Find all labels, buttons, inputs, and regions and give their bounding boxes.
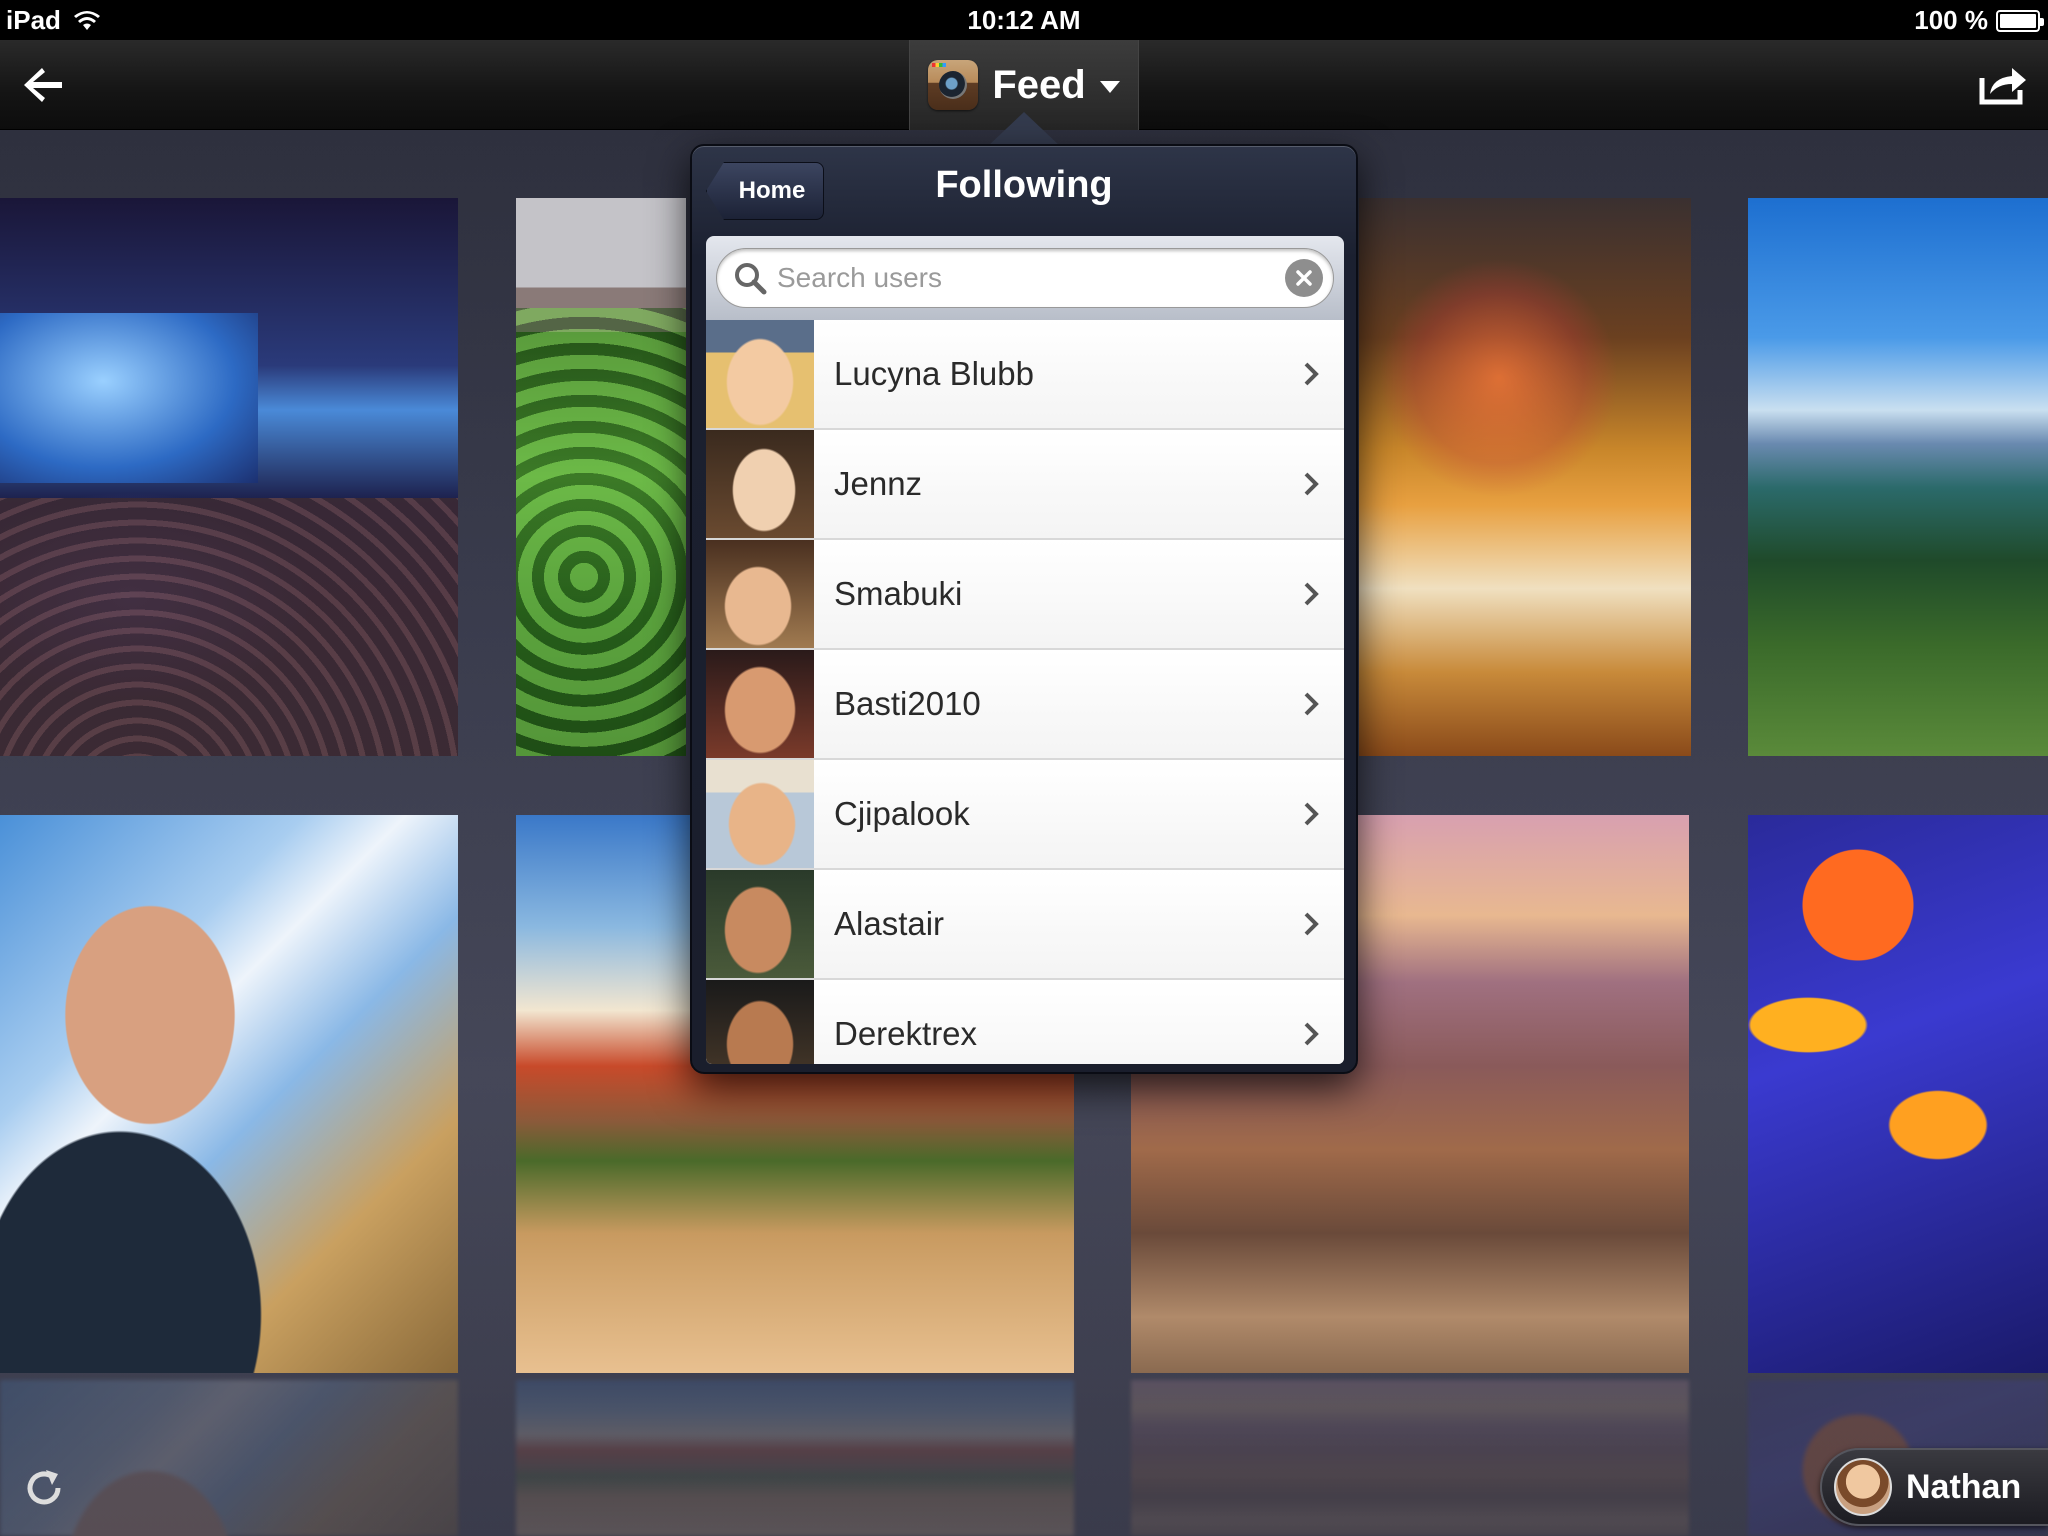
user-name: Lucyna Blubb xyxy=(834,355,1034,392)
popover-header: Home Following xyxy=(692,146,1356,232)
following-popover: Home Following Lucyna Blubb Jennz xyxy=(690,144,1358,1074)
avatar xyxy=(706,320,814,428)
search-bar xyxy=(706,236,1344,320)
photo-reflection xyxy=(516,1380,1074,1536)
avatar xyxy=(706,430,814,538)
instagram-camera-icon xyxy=(928,60,979,110)
clock: 10:12 AM xyxy=(967,5,1081,35)
chevron-right-icon xyxy=(1304,362,1319,386)
photo-tile-cocktails[interactable] xyxy=(1359,198,1691,756)
status-bar: iPad 10:12 AM 100 % xyxy=(0,0,2048,40)
photo-tile-mountains[interactable] xyxy=(1748,198,2048,756)
list-item[interactable]: Alastair xyxy=(706,870,1344,980)
user-name: Cjipalook xyxy=(834,795,970,832)
photo-tile-fish[interactable] xyxy=(1748,815,2048,1373)
photo-tile-garden[interactable] xyxy=(516,198,686,756)
search-input[interactable] xyxy=(777,262,1285,294)
list-item[interactable]: Basti2010 xyxy=(706,650,1344,760)
avatar xyxy=(706,760,814,868)
popover-title: Following xyxy=(935,164,1113,206)
clear-search-button[interactable] xyxy=(1285,259,1323,297)
chevron-right-icon xyxy=(1304,802,1319,826)
list-item[interactable]: Jennz xyxy=(706,430,1344,540)
list-item[interactable]: Cjipalook xyxy=(706,760,1344,870)
photo-reflection xyxy=(1131,1380,1689,1536)
avatar xyxy=(706,540,814,648)
chevron-right-icon xyxy=(1304,1022,1319,1046)
following-list: Lucyna Blubb Jennz Smabuki Basti2010 Cji… xyxy=(706,320,1344,1064)
user-name: Basti2010 xyxy=(834,685,981,722)
user-name: Jennz xyxy=(834,465,923,502)
share-icon[interactable] xyxy=(1978,60,2030,108)
chevron-down-icon xyxy=(1099,81,1120,93)
photo-tile-concert[interactable] xyxy=(0,198,458,756)
battery-percent: 100 % xyxy=(1914,5,1988,35)
avatar xyxy=(706,870,814,978)
close-icon xyxy=(1296,270,1312,286)
search-field[interactable] xyxy=(716,248,1334,308)
user-name: Alastair xyxy=(834,905,945,942)
chevron-right-icon xyxy=(1304,692,1319,716)
back-arrow-icon[interactable] xyxy=(18,62,66,108)
search-icon xyxy=(735,263,767,295)
popover-arrow xyxy=(988,112,1060,146)
feed-title: Feed xyxy=(992,62,1086,107)
chevron-right-icon xyxy=(1304,472,1319,496)
list-item[interactable]: Smabuki xyxy=(706,540,1344,650)
avatar xyxy=(1834,1458,1892,1516)
refresh-icon[interactable] xyxy=(22,1466,66,1510)
chevron-right-icon xyxy=(1304,582,1319,606)
photo-tile-photographer[interactable] xyxy=(0,815,458,1373)
user-name: Derektrex xyxy=(834,1015,978,1052)
list-item[interactable]: Derektrex xyxy=(706,980,1344,1064)
current-user-button[interactable]: Nathan xyxy=(1820,1448,2048,1526)
photo-reflection xyxy=(0,1380,458,1536)
battery-icon xyxy=(1996,9,2044,32)
user-name: Smabuki xyxy=(834,575,963,612)
current-user-name: Nathan xyxy=(1906,1467,2022,1506)
chevron-right-icon xyxy=(1304,912,1319,936)
avatar xyxy=(706,650,814,758)
avatar xyxy=(706,980,814,1064)
list-item[interactable]: Lucyna Blubb xyxy=(706,320,1344,430)
